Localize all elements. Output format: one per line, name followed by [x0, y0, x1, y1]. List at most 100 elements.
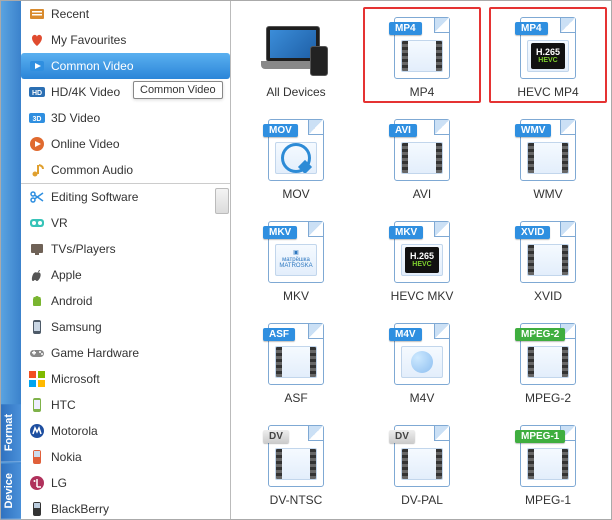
format-item-common-video[interactable]: Common Video — [21, 53, 230, 79]
device-item-htc[interactable]: HTC — [21, 392, 230, 418]
sidebar-item-label: LG — [51, 476, 67, 490]
tv-icon — [29, 241, 45, 257]
sidebar-item-label: Microsoft — [51, 372, 100, 386]
online-icon — [29, 136, 45, 152]
format-item-all-devices[interactable]: All Devices — [237, 7, 355, 103]
file-icon: WMV — [520, 119, 576, 181]
device-item-android[interactable]: Android — [21, 288, 230, 314]
main-panel: All DevicesMP4MP4MP4H.265HEVCHEVC MP4MOV… — [231, 1, 611, 519]
device-section: Editing SoftwareVRTVs/Players Apple Androi… — [21, 184, 230, 519]
thumb-art — [275, 142, 317, 174]
format-badge: AVI — [389, 124, 417, 137]
format-item-m4v[interactable]: M4VM4V — [363, 313, 481, 409]
format-item-avi[interactable]: AVIAVI — [363, 109, 481, 205]
format-item-label: MPEG-1 — [525, 493, 571, 507]
format-item-label: MP4 — [410, 85, 435, 99]
format-badge: WMV — [515, 124, 551, 137]
format-item-mp4[interactable]: MP4MP4 — [363, 7, 481, 103]
file-icon: DV — [268, 425, 324, 487]
android-icon — [29, 293, 45, 309]
format-item-online-video[interactable]: Online Video — [21, 131, 230, 157]
format-item-wmv[interactable]: WMVWMV — [489, 109, 607, 205]
sidebar-item-label: Online Video — [51, 137, 120, 151]
format-item-mov[interactable]: MOVMOV — [237, 109, 355, 205]
format-item-label: DV-PAL — [401, 493, 443, 507]
format-item-mpeg-2[interactable]: MPEG-2 MPEG-2 — [489, 313, 607, 409]
file-icon: MP4H.265HEVC — [520, 17, 576, 79]
thumb-art — [401, 142, 443, 174]
side-tab-device[interactable]: Device — [1, 463, 21, 519]
format-item-label: MOV — [282, 187, 309, 201]
svg-text:HD: HD — [32, 90, 42, 97]
device-item-tvs-players[interactable]: TVs/Players — [21, 236, 230, 262]
nokia-icon — [29, 449, 45, 465]
format-badge: MPEG-1 — [515, 430, 565, 443]
format-badge: DV — [263, 430, 289, 443]
file-icon: MPEG-2 — [520, 323, 576, 385]
format-badge: MP4 — [515, 22, 548, 35]
format-item-label: HEVC MKV — [391, 289, 454, 303]
format-item-hevc-mkv[interactable]: MKVH.265HEVCHEVC MKV — [363, 211, 481, 307]
format-item-label: MPEG-2 — [525, 391, 571, 405]
format-item-label: HEVC MP4 — [517, 85, 578, 99]
thumb-art — [275, 346, 317, 378]
format-item-label: M4V — [410, 391, 435, 405]
format-item-3d-video[interactable]: 3D 3D Video — [21, 105, 230, 131]
format-item-dv-pal[interactable]: DV DV-PAL — [363, 415, 481, 511]
format-item-label: ASF — [284, 391, 307, 405]
video-icon — [29, 58, 45, 74]
sidebar-item-label: Recent — [51, 7, 89, 21]
device-item-motorola[interactable]: Motorola — [21, 418, 230, 444]
scissors-icon — [29, 189, 45, 205]
format-item-common-audio[interactable]: Common Audio — [21, 157, 230, 183]
device-item-editing-software[interactable]: Editing Software — [21, 184, 230, 210]
device-item-game-hardware[interactable]: Game Hardware — [21, 340, 230, 366]
format-item-label: All Devices — [266, 85, 325, 99]
device-item-nokia[interactable]: Nokia — [21, 444, 230, 470]
file-icon: MP4 — [394, 17, 450, 79]
format-item-recent[interactable]: Recent — [21, 1, 230, 27]
thumb-art — [527, 244, 569, 276]
format-item-hevc-mp4[interactable]: MP4H.265HEVC HEVC MP4 — [489, 7, 607, 103]
format-item-xvid[interactable]: XVID XVID — [489, 211, 607, 307]
sidebar-item-label: 3D Video — [51, 111, 100, 125]
format-section: Recent My Favourites Common Video HDHD/4K V… — [21, 1, 230, 184]
format-item-mpeg-1[interactable]: MPEG-1MPEG-1 — [489, 415, 607, 511]
format-badge: MKV — [389, 226, 423, 239]
device-item-samsung[interactable]: Samsung — [21, 314, 230, 340]
thumb-art: H.265HEVC — [401, 244, 443, 276]
format-item-mkv[interactable]: MKV▣матрёшкаMATROSKAMKV — [237, 211, 355, 307]
sidebar-item-label: HTC — [51, 398, 76, 412]
file-icon: MKVH.265HEVC — [394, 221, 450, 283]
file-icon: MKV▣матрёшкаMATROSKA — [268, 221, 324, 283]
format-item-label: XVID — [534, 289, 562, 303]
device-item-lg[interactable]: LG — [21, 470, 230, 496]
htc-icon — [29, 397, 45, 413]
sidebar-item-label: Motorola — [51, 424, 98, 438]
sidebar-item-label: Common Video — [51, 59, 134, 73]
device-item-blackberry[interactable]: BlackBerry — [21, 496, 230, 519]
sidebar-item-label: My Favourites — [51, 33, 126, 47]
device-item-apple[interactable]: Apple — [21, 262, 230, 288]
svg-text:3D: 3D — [33, 116, 42, 123]
device-item-vr[interactable]: VR — [21, 210, 230, 236]
format-item-asf[interactable]: ASFASF — [237, 313, 355, 409]
lg-icon — [29, 475, 45, 491]
devices-icon — [262, 18, 330, 78]
thumb-art — [527, 142, 569, 174]
format-item-my-favourites[interactable]: My Favourites — [21, 27, 230, 53]
format-item-hd-4k-video[interactable]: HDHD/4K VideoCommon Video — [21, 79, 230, 105]
game-icon — [29, 345, 45, 361]
file-icon: MPEG-1 — [520, 425, 576, 487]
sidebar-item-label: Apple — [51, 268, 82, 282]
file-icon: M4V — [394, 323, 450, 385]
file-icon: DV — [394, 425, 450, 487]
sidebar: Format Device Recent My Favourites Common … — [1, 1, 231, 519]
thumb-art — [401, 346, 443, 378]
side-tab-format[interactable]: Format — [1, 404, 21, 462]
hd-icon: HD — [29, 84, 45, 100]
device-item-microsoft[interactable]: Microsoft — [21, 366, 230, 392]
file-icon: XVID — [520, 221, 576, 283]
format-badge: DV — [389, 430, 415, 443]
format-item-dv-ntsc[interactable]: DVDV-NTSC — [237, 415, 355, 511]
